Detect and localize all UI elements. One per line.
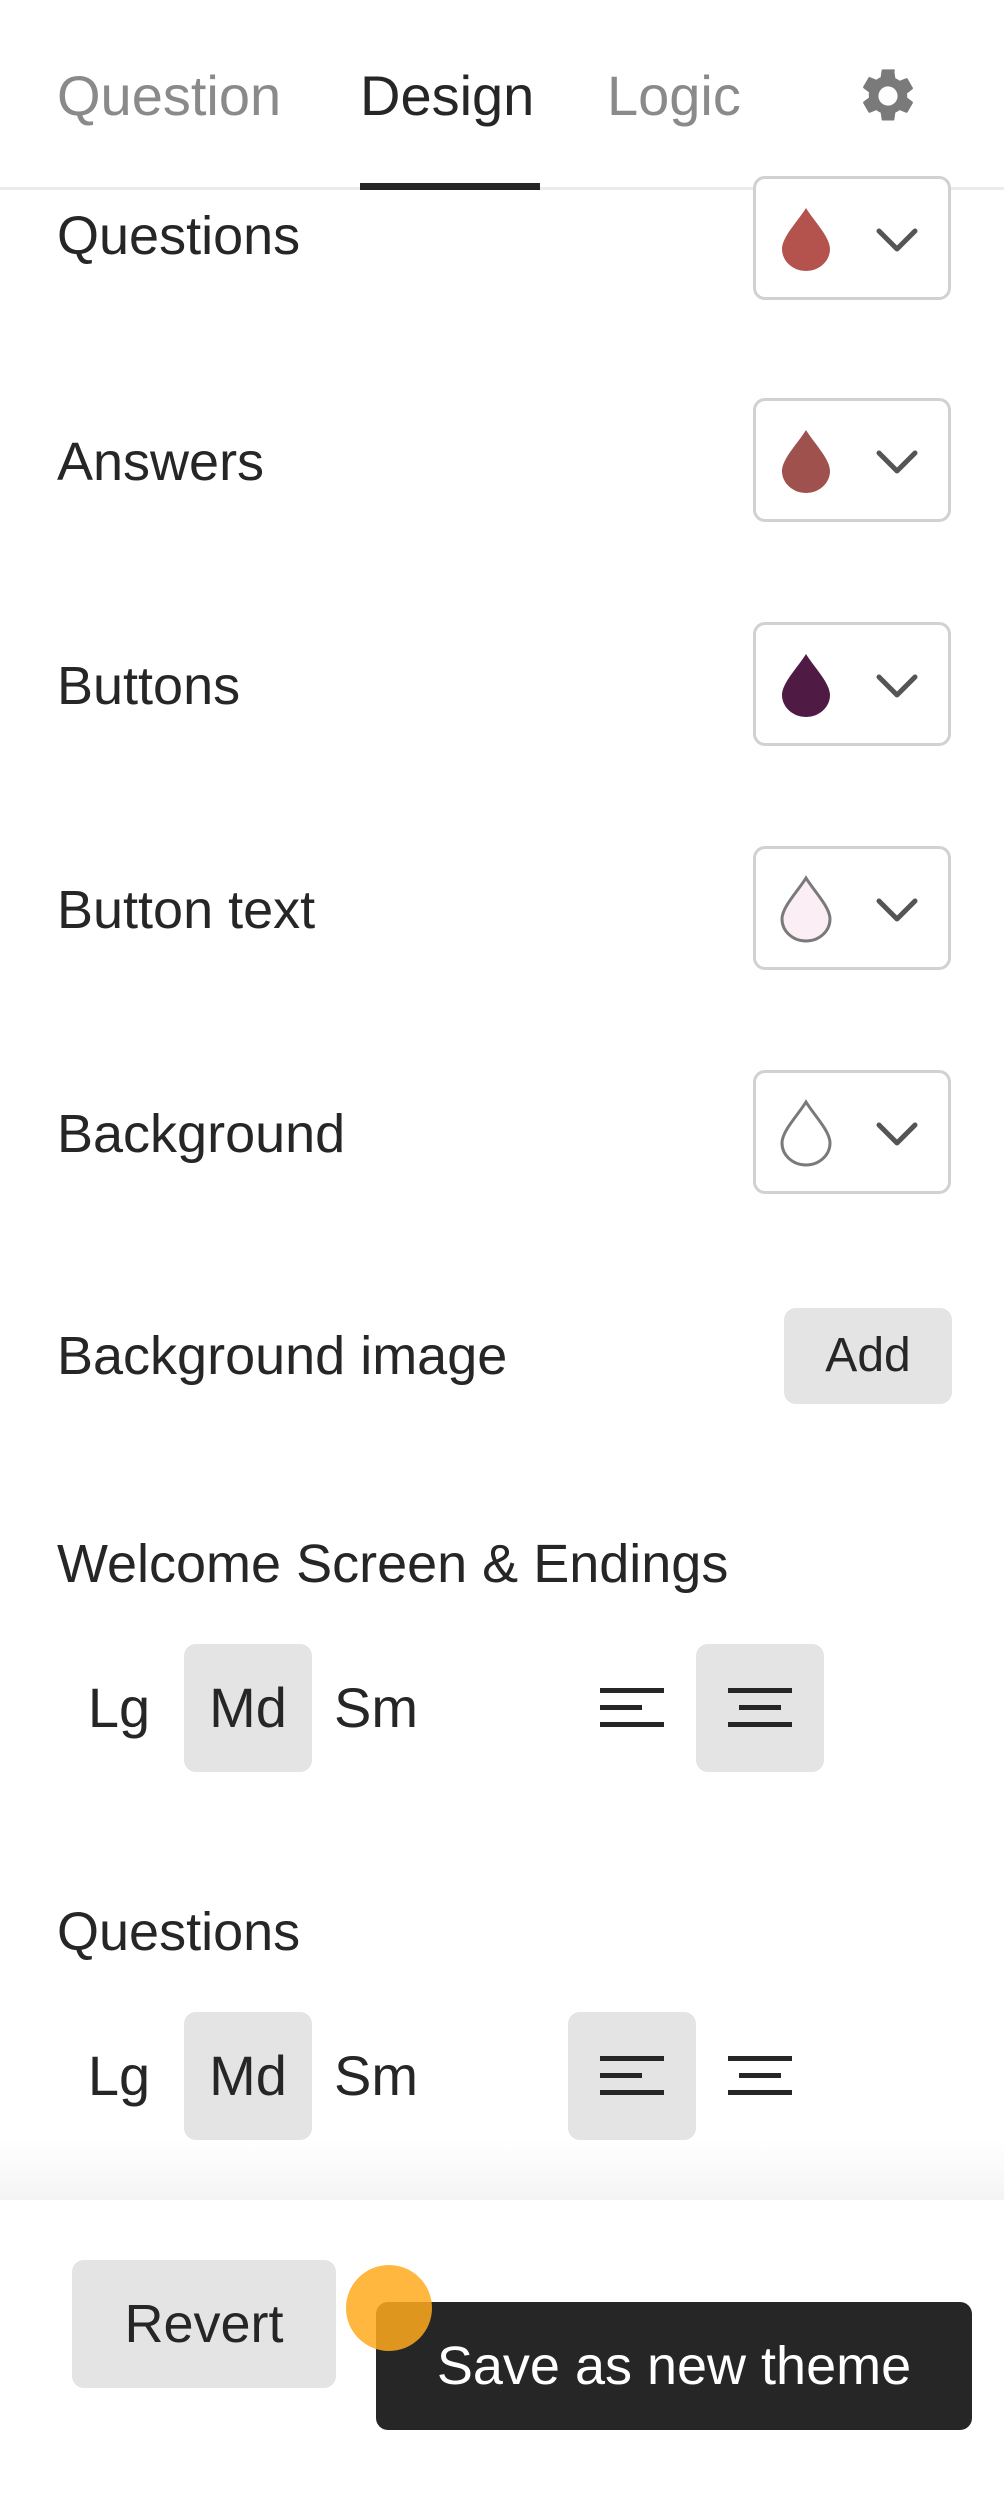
answers-color-label: Answers [57,432,265,492]
chevron-down-icon [876,450,918,474]
welcome-size-sm[interactable]: Sm [312,1644,440,1772]
add-background-image-button[interactable]: Add [784,1308,952,1404]
align-center-icon[interactable] [696,2012,824,2140]
chevron-down-icon [876,674,918,698]
button-text-color-label: Button text [57,880,316,940]
welcome-section-label: Welcome Screen & Endings [57,1534,729,1594]
droplet-icon [782,208,830,271]
questions-size-md[interactable]: Md [184,2012,312,2140]
background-image-label: Background image [57,1326,508,1386]
scroll-fade [0,2140,1004,2200]
save-as-new-theme-button[interactable]: Save as new theme [376,2302,972,2430]
touch-indicator [346,2265,432,2351]
tab-design[interactable]: Design [360,64,534,128]
button-text-color-select[interactable] [753,846,951,970]
align-left-icon[interactable] [568,2012,696,2140]
align-center-icon[interactable] [696,1644,824,1772]
welcome-size-lg[interactable]: Lg [55,1644,183,1772]
active-tab-indicator [360,183,540,190]
gear-icon[interactable] [856,64,920,128]
chevron-down-icon [876,1122,918,1146]
questions-section-label: Questions [57,1902,301,1962]
questions-size-lg[interactable]: Lg [55,2012,183,2140]
questions-size-sm[interactable]: Sm [312,2012,440,2140]
tab-logic[interactable]: Logic [607,64,741,128]
answers-color-select[interactable] [753,398,951,522]
droplet-icon [780,875,832,943]
revert-button[interactable]: Revert [72,2260,336,2388]
droplet-icon [780,1099,832,1167]
chevron-down-icon [876,228,918,252]
background-color-select[interactable] [753,1070,951,1194]
welcome-size-md[interactable]: Md [184,1644,312,1772]
droplet-icon [782,654,830,717]
droplet-icon [782,430,830,493]
questions-color-select[interactable] [753,176,951,300]
buttons-color-select[interactable] [753,622,951,746]
align-left-icon[interactable] [568,1644,696,1772]
background-color-label: Background [57,1104,346,1164]
tab-question[interactable]: Question [57,64,281,128]
chevron-down-icon [876,898,918,922]
buttons-color-label: Buttons [57,656,241,716]
tab-bar: Question Design Logic [0,0,1004,190]
questions-color-label: Questions [57,206,301,266]
